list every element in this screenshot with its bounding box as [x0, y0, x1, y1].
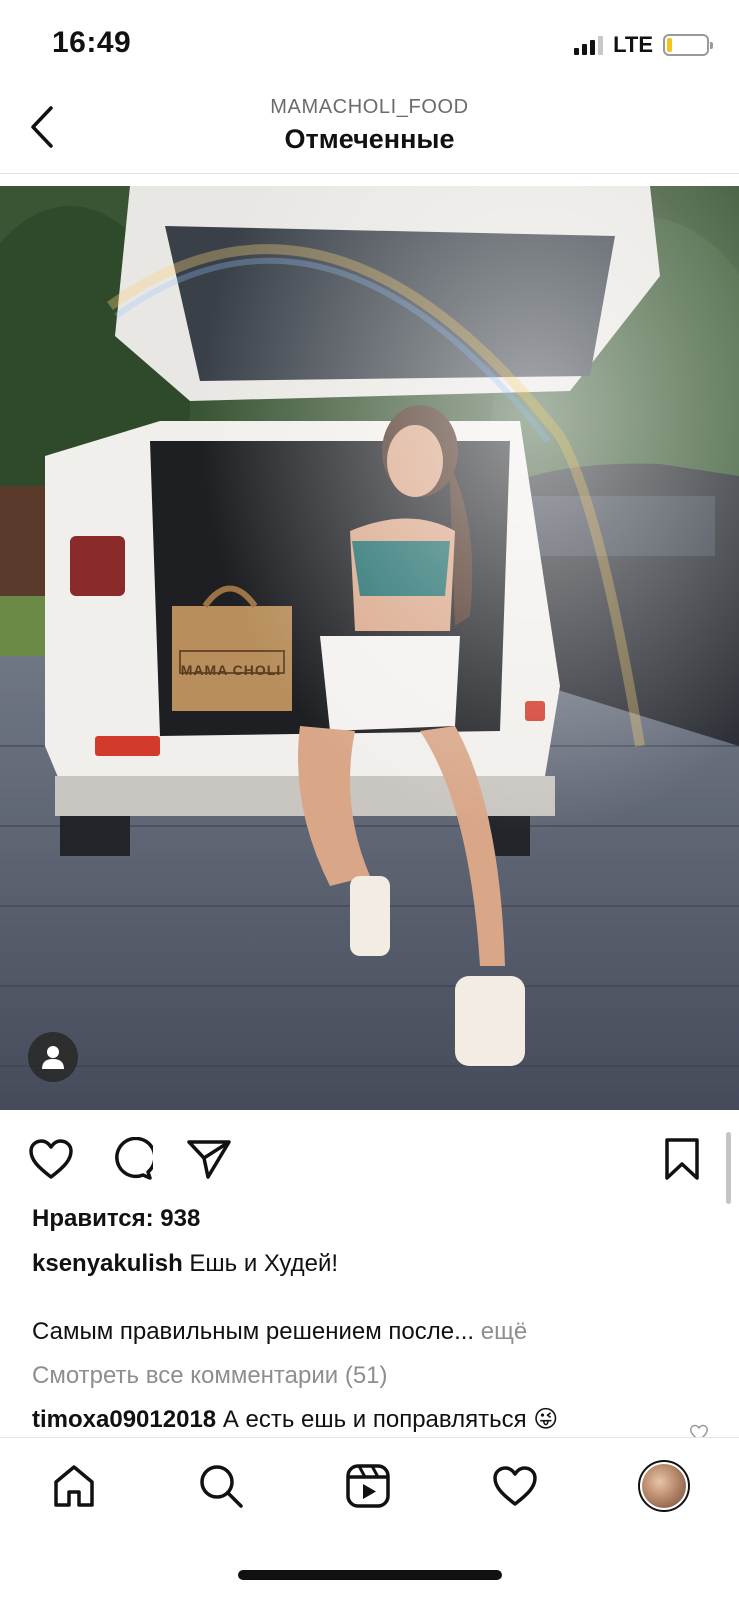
- tab-profile[interactable]: [636, 1458, 692, 1514]
- photo-illustration: [0, 186, 739, 1110]
- save-button[interactable]: [657, 1134, 707, 1184]
- heart-icon: [493, 1466, 537, 1506]
- home-icon: [54, 1465, 94, 1507]
- page-title: Отмеченные: [284, 124, 455, 154]
- user-icon: [42, 1046, 64, 1069]
- avatar: [638, 1460, 690, 1512]
- view-all-comments-link[interactable]: Смотреть все комментарии (51): [32, 1362, 388, 1390]
- post-photo[interactable]: MAMA CHOLI: [0, 186, 739, 1110]
- tagged-people-button[interactable]: [28, 1032, 78, 1082]
- more-link[interactable]: ещё: [481, 1318, 527, 1345]
- status-time: 16:49: [52, 26, 132, 59]
- signal-icon: [574, 35, 604, 55]
- tab-home[interactable]: [46, 1458, 102, 1514]
- comment-bubble-icon: [115, 1137, 153, 1180]
- header-username[interactable]: MAMACHOLI_FOOD: [0, 96, 739, 119]
- home-indicator[interactable]: [238, 1570, 502, 1580]
- caption-continued: Самым правильным решением после... ещё: [32, 1318, 527, 1346]
- comment-button[interactable]: [106, 1134, 156, 1184]
- paper-plane-icon: [187, 1140, 231, 1179]
- status-bar: 16:49 LTE: [0, 0, 739, 88]
- caption-more-text: Самым правильным решением после...: [32, 1318, 475, 1345]
- likes-count[interactable]: Нравится: 938: [32, 1205, 200, 1233]
- battery-icon: [663, 34, 713, 56]
- bag-logo-text: MAMA CHOLI: [180, 662, 282, 678]
- network-type: LTE: [613, 32, 653, 57]
- caption: ksenyakulish Ешь и Худей!: [32, 1250, 338, 1278]
- share-button[interactable]: [184, 1134, 234, 1184]
- comment-text: А есть ешь и поправляться 😜: [222, 1406, 559, 1433]
- scrollbar[interactable]: [726, 1132, 731, 1204]
- comment: timoxa09012018 А есть ешь и поправляться…: [32, 1405, 558, 1434]
- caption-username[interactable]: ksenyakulish: [32, 1250, 183, 1277]
- header: MAMACHOLI_FOOD Отмеченные: [0, 88, 739, 174]
- tab-reels[interactable]: [340, 1458, 396, 1514]
- caption-text: Ешь и Худей!: [189, 1250, 339, 1277]
- search-icon: [200, 1465, 243, 1508]
- bookmark-icon: [665, 1138, 699, 1180]
- reels-icon: [346, 1464, 390, 1508]
- status-indicators: LTE: [574, 32, 713, 58]
- comment-username[interactable]: timoxa09012018: [32, 1406, 216, 1433]
- tab-search[interactable]: [193, 1458, 249, 1514]
- tab-activity[interactable]: [487, 1458, 543, 1514]
- like-button[interactable]: [26, 1134, 76, 1184]
- heart-icon: [29, 1139, 73, 1179]
- post-actions: [0, 1130, 739, 1190]
